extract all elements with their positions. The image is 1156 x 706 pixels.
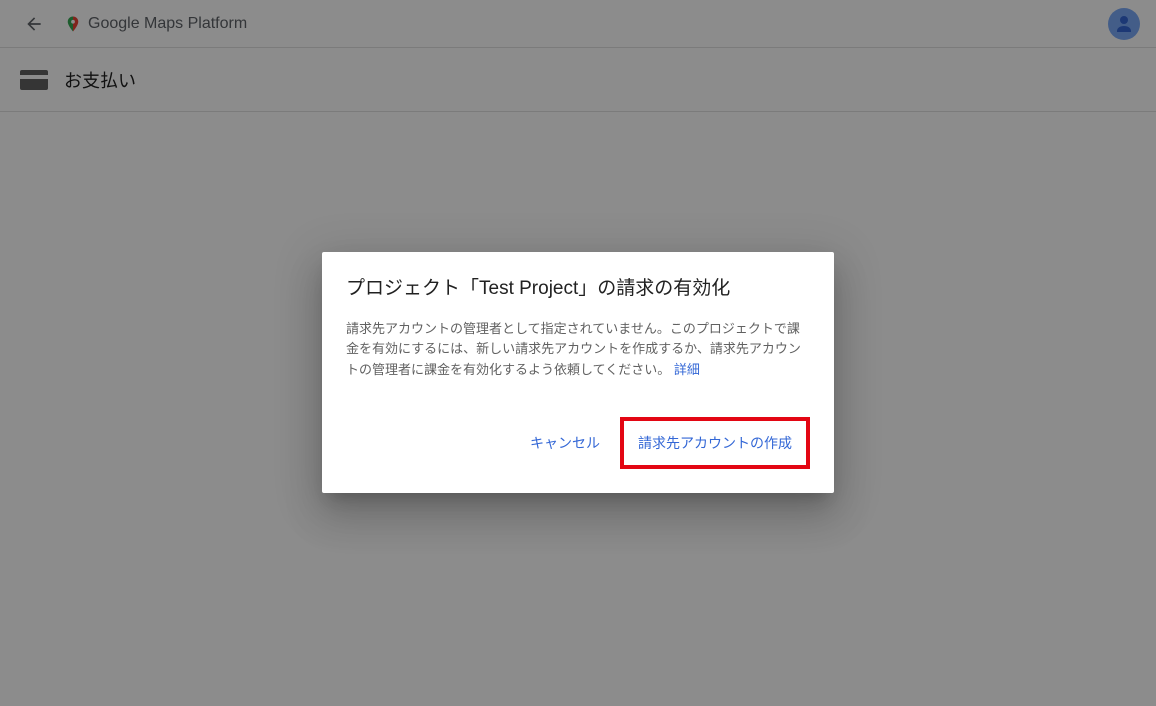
billing-dialog: プロジェクト「Test Project」の請求の有効化 請求先アカウントの管理者… — [322, 252, 834, 493]
dialog-actions: キャンセル 請求先アカウントの作成 — [346, 417, 810, 469]
dialog-title: プロジェクト「Test Project」の請求の有効化 — [346, 276, 810, 303]
dialog-body: 請求先アカウントの管理者として指定されていません。このプロジェクトで課金を有効に… — [346, 319, 810, 381]
cancel-button[interactable]: キャンセル — [518, 425, 612, 461]
detail-link[interactable]: 詳細 — [674, 362, 700, 377]
create-billing-account-button[interactable]: 請求先アカウントの作成 — [626, 425, 804, 461]
dialog-body-text: 請求先アカウントの管理者として指定されていません。このプロジェクトで課金を有効に… — [346, 321, 801, 378]
modal-overlay[interactable]: プロジェクト「Test Project」の請求の有効化 請求先アカウントの管理者… — [0, 0, 1156, 706]
highlight-box: 請求先アカウントの作成 — [620, 417, 810, 469]
